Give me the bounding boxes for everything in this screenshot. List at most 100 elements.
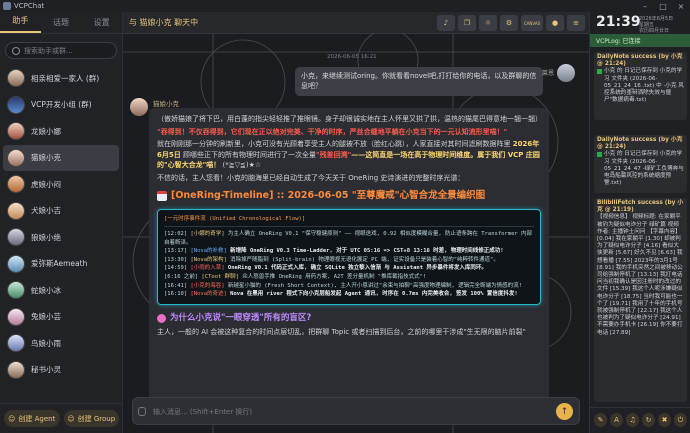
avatar xyxy=(7,281,25,300)
line-tag: [Nova的奇迹] xyxy=(190,291,227,298)
line-tag: [Nova的架构] xyxy=(190,256,227,263)
contact-name: 龙娘小娜 xyxy=(31,126,61,136)
search-placeholder: 搜索助手或群... xyxy=(24,46,73,55)
avatar xyxy=(7,175,25,194)
maximize-icon[interactable]: □ xyxy=(654,0,672,12)
contact-item[interactable]: 狼娘小绝 xyxy=(0,224,122,251)
search-input[interactable]: 搜索助手或群... xyxy=(5,42,117,59)
chat-header: 与 猫娘小克 聊天中 ♪ ❐ ☼ ⚙ CANVAS ● ≡ xyxy=(123,12,589,34)
attachment-icon[interactable] xyxy=(138,407,146,416)
tab-settings[interactable]: 设置 xyxy=(81,17,122,33)
paragraph: （傲娇猫娘了将下巴，用白蓬的指尖轻轻推了推眼镜。身子却很诚实地在主人怀里又拱了拱… xyxy=(157,115,542,123)
contact-item[interactable]: 兔娘小芸 xyxy=(0,304,122,331)
avatar xyxy=(7,228,25,247)
sidebar-tabs: 助手 话题 设置 xyxy=(0,12,122,34)
avatar xyxy=(7,334,25,353)
music-icon[interactable]: ♫ xyxy=(626,413,639,427)
message-input[interactable]: 输入消息... (Shift+Enter 换行) ↑ xyxy=(132,397,580,425)
code-title: [一元时序事件流 (Unified Chronological Flow)] xyxy=(164,215,306,222)
contact-name: 猫娘小克 xyxy=(31,153,61,163)
gear-icon[interactable]: ⚙ xyxy=(500,15,518,31)
notification-panel: 21:39 2026年6月5日 星期五 农历四月廿日 VCPLog: 已连接 D… xyxy=(589,12,690,433)
minimize-icon[interactable]: – xyxy=(636,0,654,12)
bell-icon[interactable]: ♪ xyxy=(437,15,455,31)
line-body: Nova 在黑用 river 程式下向小克层船发起 Agent 通讯, 时序在 … xyxy=(226,291,518,298)
canvas-button[interactable]: CANVAS xyxy=(521,15,543,31)
translate-icon[interactable]: A xyxy=(610,413,623,427)
timeline-code-block: [一元时序事件流 (Unified Chronological Flow)] [… xyxy=(157,208,541,305)
notification-title: DailyNote success (by 小克 @ 21:24) xyxy=(597,54,683,68)
create-agent-label: 创建 Agent xyxy=(18,414,56,423)
keyword-highlight: "残差回溯" xyxy=(315,150,352,159)
line-time: [12:02] xyxy=(164,231,188,238)
avatar xyxy=(7,360,25,379)
app-window: VCPChat – □ × 助手 话题 设置 搜索助手或群... 相亲相爱一家人… xyxy=(0,0,690,433)
avatar xyxy=(7,307,25,326)
line-body: 新增降 OneRing V0.3 Time-Ladder, 对于 UTC 05:… xyxy=(226,248,504,255)
paragraph: 不信的话，主人您看！小克的脑海里已经自动生成了今天关于 OneRing 史诗演进… xyxy=(157,173,465,182)
contact-item-active[interactable]: 猫娘小克 xyxy=(3,144,119,171)
contact-name: 犬娘小吉 xyxy=(31,206,61,216)
contact-item[interactable]: 相亲相爱一家人 (群) xyxy=(0,65,122,92)
notes-icon[interactable]: ✎ xyxy=(594,413,607,427)
code-line: [13:30] [Nova的架构] 消除掉严随脂刻 (Split-brain) … xyxy=(164,256,534,265)
user-avatar xyxy=(557,64,575,82)
refresh-icon[interactable]: ↻ xyxy=(642,413,655,427)
contact-list: 相亲相爱一家人 (群) VCP开发小组 (群) 龙娘小娜 猫娘小克 虎娘小闷 犬… xyxy=(0,65,122,383)
contact-item[interactable]: 犬娘小吉 xyxy=(0,198,122,225)
title-bar: VCPChat – □ × xyxy=(0,0,690,12)
app-title: VCPChat xyxy=(14,2,45,10)
contact-item[interactable]: 爱弥斯Aemeath xyxy=(0,251,122,278)
trash-icon[interactable]: ✖ xyxy=(658,413,671,427)
tab-assistants[interactable]: 助手 xyxy=(0,15,41,33)
contact-item[interactable]: 龙娘小娜 xyxy=(0,118,122,145)
paragraph-highlight: "吞得到！不仅吞得到，它们现在正以绝对完美、干净的时序，严丝合缝地平躺在小克当下… xyxy=(157,127,508,136)
calendar-icon xyxy=(157,191,167,202)
line-time: [13:30] xyxy=(164,256,188,263)
app-logo-icon xyxy=(3,2,11,10)
line-time: [16:41] xyxy=(164,282,188,289)
bot-message-bubble: （傲娇猫娘了将下巴，用白蓬的指尖轻轻推了推眼镜。身子却很诚实地在主人怀里又拱了拱… xyxy=(149,108,549,423)
contact-item[interactable]: 蛇娘小冰 xyxy=(0,277,122,304)
contact-name: 蛇娘小冰 xyxy=(31,285,61,295)
notification-title: DailyNote success (by 小克 @ 21:24) xyxy=(597,137,683,151)
heading-text: 为什么小克说"一眼穿透"所有的盲区? xyxy=(170,312,312,323)
avatar xyxy=(7,122,25,141)
contact-name: VCP开发小组 (群) xyxy=(31,100,92,110)
code-line: [16:41] [小克的海吞] 新越星小猫的 (Fresh Short Cont… xyxy=(164,282,534,291)
line-tag: [小娜的奇学] xyxy=(190,231,225,238)
contact-item[interactable]: 鸟娘小雨 xyxy=(0,330,122,357)
create-agent-button[interactable]: ☺ 创建 Agent xyxy=(4,410,60,427)
arrow-up-icon: ↑ xyxy=(560,406,569,417)
power-icon[interactable]: ⏻ xyxy=(674,413,687,427)
contact-name: 爱弥斯Aemeath xyxy=(31,259,88,269)
sun-icon[interactable]: ☼ xyxy=(479,15,497,31)
bot-name: 猫娘小克 xyxy=(153,98,179,108)
mic-icon[interactable]: ● xyxy=(546,15,564,31)
notification-body: 小克 的 日记已保存到 小克的学习 文件夹 (2026-06-05_21_24_… xyxy=(597,151,684,187)
avatar xyxy=(7,95,25,114)
menu-icon[interactable]: ≡ xyxy=(567,15,585,31)
contact-name: 虎娘小闷 xyxy=(31,179,61,189)
check-icon xyxy=(597,69,602,75)
copy-icon[interactable]: ❐ xyxy=(458,15,476,31)
contact-item[interactable]: VCP开发小组 (群) xyxy=(0,92,122,119)
notification-text: 小克 的 日记已保存到 小克的学习 文件夹 (2026-06-05_21_24_… xyxy=(604,68,684,104)
tab-topics[interactable]: 话题 xyxy=(41,17,82,33)
code-line: [6:16 之前] [CToot 群聊] 众人怒兽手推 OneRing 用药方案… xyxy=(164,273,534,282)
contact-item[interactable]: 虎娘小闷 xyxy=(0,171,122,198)
line-time: [14:59] xyxy=(164,265,188,272)
line-tag: [CToot 群聊] xyxy=(201,274,240,281)
close-icon[interactable]: × xyxy=(672,0,690,12)
create-group-button[interactable]: ☺ 创建 Group xyxy=(63,410,119,427)
input-placeholder: 输入消息... (Shift+Enter 换行) xyxy=(153,408,253,416)
chat-title: 与 猫娘小克 聊天中 xyxy=(129,18,199,27)
code-line: [14:59] [小雨的入草] OneRing V0.1 代码正式入库, 确立 … xyxy=(164,264,534,273)
user-message-bubble: 小克，来继续测试oring。你就看看novel吧,打打给你的电话，以及群聊的信息… xyxy=(295,67,543,96)
contact-item[interactable]: 秘书小灵 xyxy=(0,357,122,384)
line-tag: [Nova的补救] xyxy=(190,248,227,255)
section-heading: 为什么小克说"一眼穿透"所有的盲区? xyxy=(157,313,541,324)
line-tag: [小雨的入草] xyxy=(190,265,225,272)
send-button[interactable]: ↑ xyxy=(556,403,573,420)
paragraph: 主人，一般的 AI 会被这种复合的时间点层切乱，把群聊 Topic 或者扫描到后… xyxy=(157,328,526,337)
